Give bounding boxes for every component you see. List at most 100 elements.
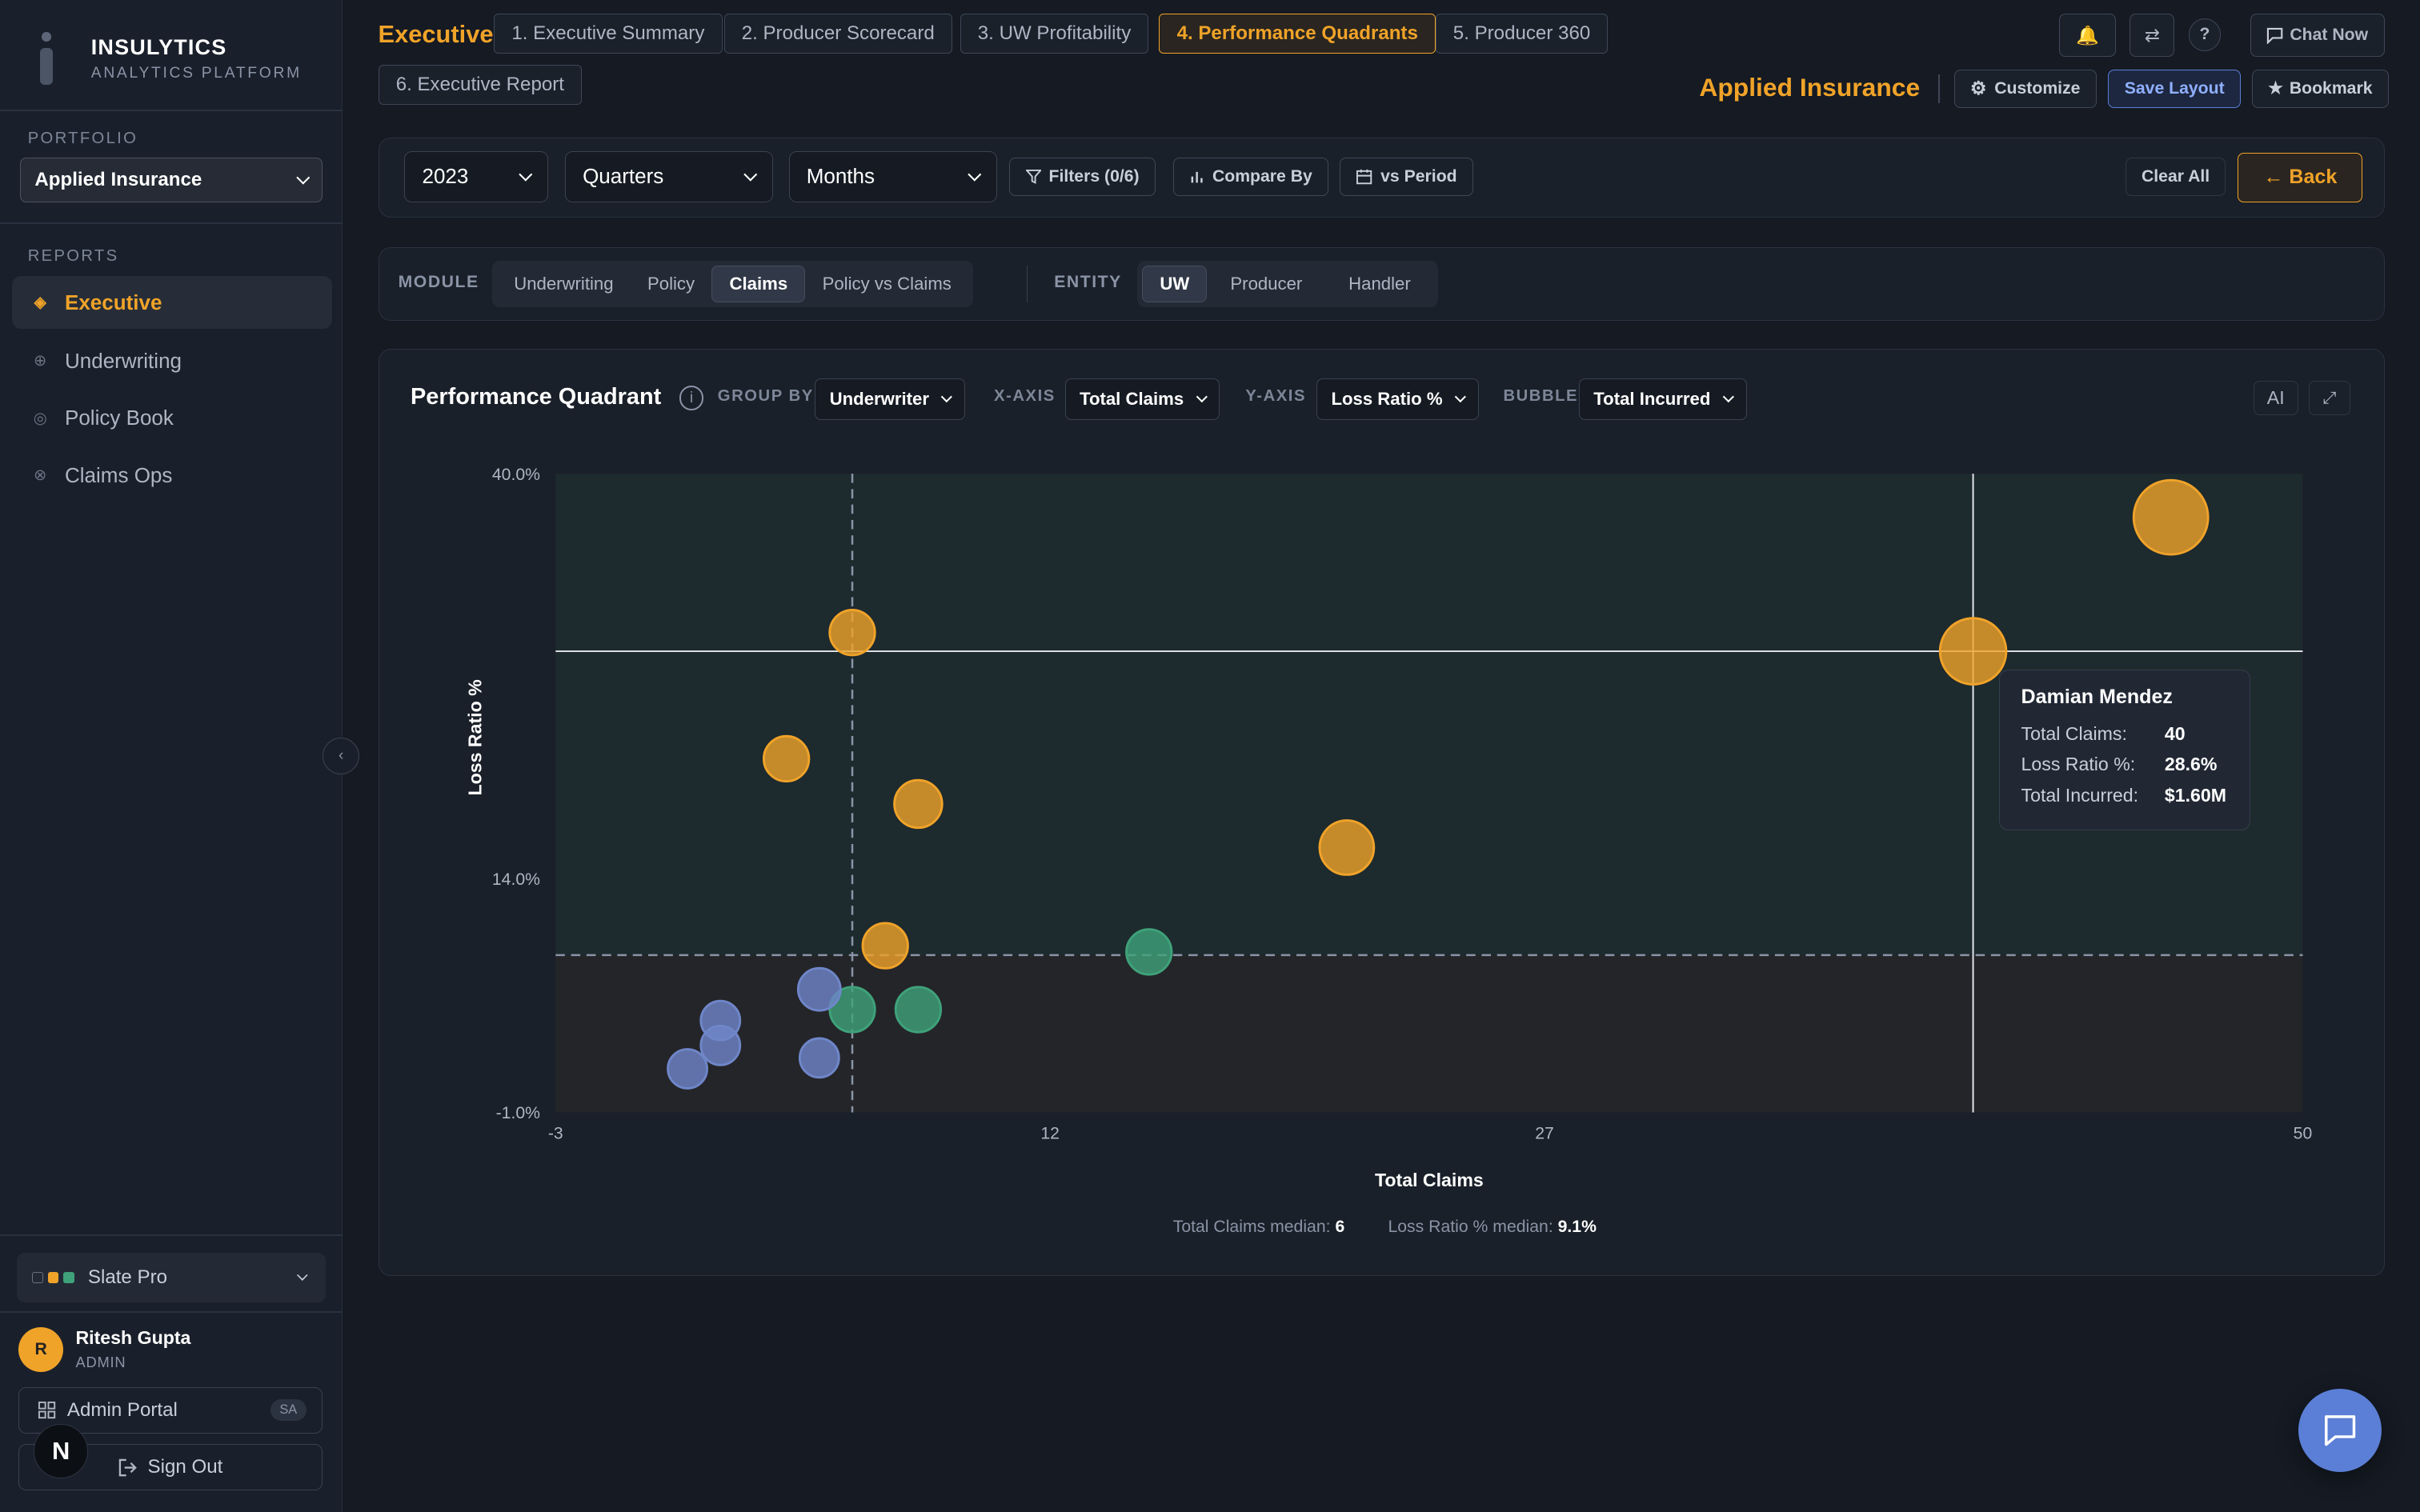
chevron-down-icon [297,1270,308,1281]
tab-executive-report[interactable]: 6. Executive Report [378,65,583,106]
sidebar-item-claims-ops[interactable]: ⊗ Claims Ops [12,449,331,502]
entity-switch: UW Producer Handler [1137,260,1439,307]
brand: INSULYTICS ANALYTICS PLATFORM [31,28,302,90]
vs-period-label: vs Period [1380,166,1457,186]
sidebar-item-executive[interactable]: ◈ Executive [12,276,332,329]
chevron-down-icon [941,390,952,402]
expand-icon[interactable]: ⤢ [2309,381,2351,415]
sign-out-icon [118,1458,137,1476]
bubble-value: Total Incurred [1593,388,1711,409]
portfolio-label: PORTFOLIO [27,130,138,147]
role-badge: SA [270,1399,307,1422]
tooltip-row: Total Claims: 40 [2021,723,2228,745]
tooltip-value: 40 [2164,722,2186,744]
save-layout-button[interactable]: Save Layout [2108,69,2241,108]
bubble-label: BUBBLE [1503,387,1579,406]
divider [0,1234,343,1236]
sidebar-item-policy-book[interactable]: ◎ Policy Book [12,392,331,445]
group-by-value: Underwriter [829,388,929,409]
calendar-icon [1356,170,1372,185]
tab-producer-scorecard[interactable]: 2. Producer Scorecard [723,14,952,54]
y-axis-select[interactable]: Loss Ratio % [1316,378,1479,420]
point-tooltip: Damian Mendez Total Claims: 40 Loss Ratio… [1998,670,2250,830]
sidebar-item-underwriting[interactable]: ⊕ Underwriting [12,335,331,388]
chevron-down-icon [968,167,982,182]
sidebar: INSULYTICS ANALYTICS PLATFORM PORTFOLIO … [0,0,343,1512]
tooltip-name: Damian Mendez [2021,686,2173,709]
months-select[interactable]: Months [788,151,997,202]
collapse-sidebar-button[interactable]: ‹ [323,737,360,775]
back-button[interactable]: ← Back [2238,152,2363,202]
user-name: Ritesh Gupta [75,1327,191,1349]
ai-button[interactable]: AI [2253,381,2298,415]
avatar: R [18,1326,64,1372]
group-by-select[interactable]: Underwriter [815,378,966,420]
group-by-label: GROUP BY [717,387,814,406]
divider [0,222,343,224]
median-x-label: Total Claims median: [1172,1217,1331,1236]
clear-all-button[interactable]: Clear All [2125,157,2226,196]
sidebar-item-label: Policy Book [64,406,174,430]
portfolio-value: Applied Insurance [34,168,202,190]
tooltip-row: Loss Ratio %: 28.6% [2021,754,2228,775]
entity-label: ENTITY [1054,273,1122,292]
gear-icon: ⚙ [1969,78,1987,99]
quarters-select[interactable]: Quarters [564,151,774,202]
bubble-select[interactable]: Total Incurred [1578,378,1747,420]
entity-option-handler[interactable]: Handler [1325,266,1433,302]
divider [1938,74,1941,104]
n-badge-icon[interactable]: N [34,1424,88,1478]
chevron-down-icon [744,167,758,182]
target-icon: ⊗ [34,467,47,484]
portfolio-select[interactable]: Applied Insurance [20,157,323,202]
swap-icon[interactable]: ⇄ [2130,14,2175,58]
median-y-value: 9.1% [1557,1217,1597,1236]
year-select[interactable]: 2023 [404,151,548,202]
tab-uw-profitability[interactable]: 3. UW Profitability [960,14,1149,54]
bell-icon[interactable]: 🔔 [2058,14,2117,58]
theme-select[interactable]: Slate Pro [17,1253,326,1302]
median-y-label: Loss Ratio % median: [1388,1217,1553,1236]
quarters-value: Quarters [583,164,664,189]
sign-out-label: Sign Out [147,1456,223,1478]
module-switch: Underwriting Policy Claims Policy vs Cla… [492,260,973,307]
module-option-policy[interactable]: Policy [631,266,712,302]
filters-button[interactable]: Filters (0/6) [1009,157,1156,196]
customize-label: Customize [1994,78,2081,98]
reports-label: REPORTS [27,246,119,265]
tab-executive-summary[interactable]: 1. Executive Summary [494,14,723,54]
chat-now-button[interactable]: Chat Now [2250,14,2385,58]
compare-by-button[interactable]: Compare By [1172,157,1329,196]
median-x-value: 6 [1335,1217,1345,1236]
page-title: Executive [378,20,494,49]
chevron-down-icon [1722,390,1734,402]
bar-chart-icon [1191,172,1203,183]
tab-producer-360[interactable]: 5. Producer 360 [1435,14,1609,54]
tooltip-key: Total Incurred: [2021,784,2139,806]
module-option-underwriting[interactable]: Underwriting [497,266,631,302]
divider [1026,265,1028,302]
vs-period-button[interactable]: vs Period [1340,157,1473,196]
tab-performance-quadrants[interactable]: 4. Performance Quadrants [1159,14,1436,54]
info-icon[interactable]: i [679,386,704,410]
y-axis-label: Y-AXIS [1245,387,1307,406]
user-profile[interactable]: R Ritesh Gupta ADMIN [18,1326,191,1372]
x-axis-select[interactable]: Total Claims [1064,378,1220,420]
entity-option-producer[interactable]: Producer [1207,266,1325,302]
sidebar-item-label: Executive [64,290,162,314]
tooltip-value: 28.6% [2164,754,2218,775]
module-option-claims[interactable]: Claims [711,265,806,302]
grid-icon [38,1402,56,1419]
module-option-policy-vs-claims[interactable]: Policy vs Claims [805,266,968,302]
entity-option-uw[interactable]: UW [1142,265,1208,302]
compare-by-label: Compare By [1212,166,1312,186]
theme-swatch [47,1272,59,1283]
divider [0,109,343,111]
tooltip-row: Total Incurred: $1.60M [2021,785,2228,806]
tooltip-key: Total Claims: [2021,722,2127,744]
x-axis-value: Total Claims [1080,388,1184,409]
help-icon[interactable]: ? [2188,18,2222,51]
bookmark-button[interactable]: ★ Bookmark [2251,69,2389,108]
customize-button[interactable]: ⚙ Customize [1953,69,2097,108]
chat-fab-button[interactable] [2298,1388,2382,1472]
